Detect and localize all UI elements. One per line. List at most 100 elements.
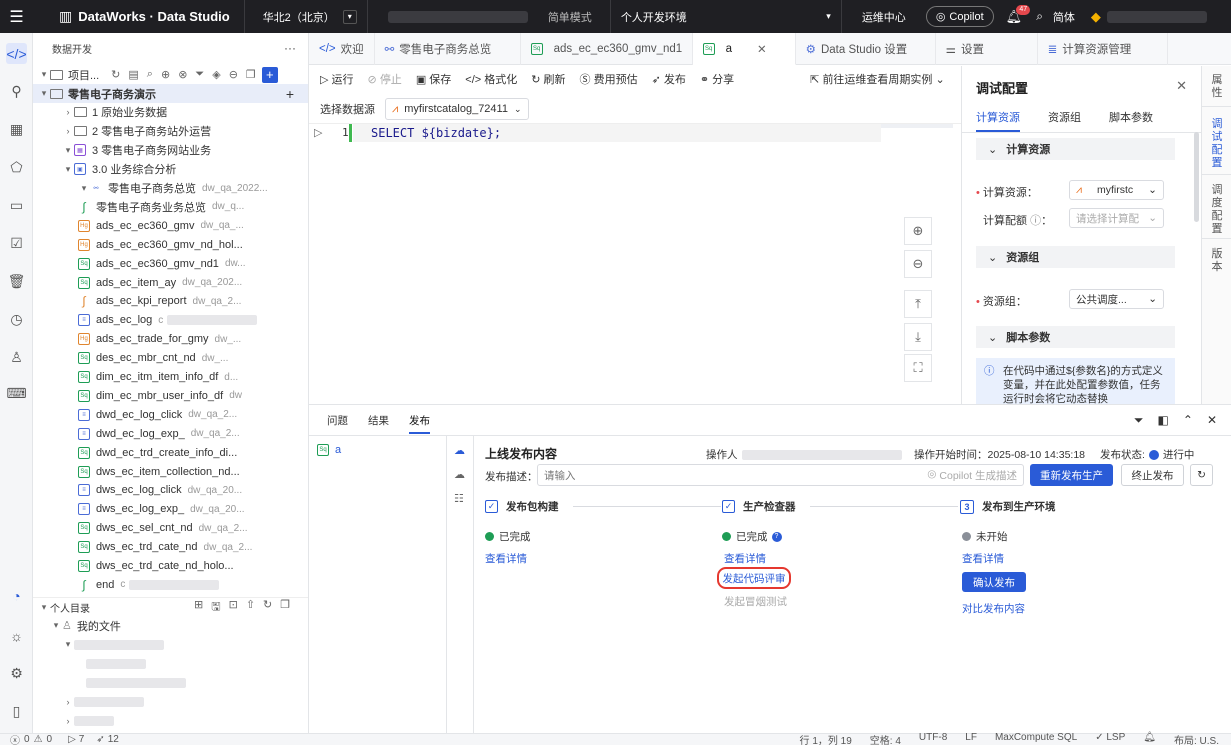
compute-select[interactable]: ⩘ myfirstc ⌄	[1069, 180, 1164, 200]
tab-resource-group[interactable]: 资源组	[1048, 109, 1081, 132]
runs-indicator[interactable]: ▷ 7	[68, 734, 84, 745]
vtab-debug-config[interactable]: 调试配置	[1209, 118, 1225, 170]
new-file-icon[interactable]: ⊡	[229, 598, 238, 616]
settings-gear-icon[interactable]: ⚙	[6, 663, 27, 684]
trash-icon[interactable]: 🗑︎	[6, 271, 27, 292]
split-layout-icon[interactable]: ◧	[1158, 413, 1169, 428]
run-line-icon[interactable]: ▷	[314, 126, 322, 139]
chevron-down-icon[interactable]: ▾	[78, 183, 90, 194]
goto-ops-button[interactable]: ⇱ 前往运维查看周期实例 ⌄	[810, 71, 945, 87]
chevron-down-icon[interactable]: ▾	[38, 88, 50, 99]
close-icon[interactable]: ✕	[757, 42, 767, 56]
task-check-icon[interactable]: ☑	[6, 233, 27, 254]
datasource-select[interactable]: ⩘ myfirstcatalog_72411 ⌄	[385, 98, 529, 120]
my-files-folder[interactable]: ▾ ♙ 我的文件	[33, 616, 308, 635]
cursor-position[interactable]: 行 1，列 19	[800, 732, 852, 745]
share-button[interactable]: ⚭ 分享	[700, 71, 734, 87]
tab-compute[interactable]: 计算资源	[976, 109, 1020, 132]
tree-item[interactable]: Sq dws_ec_trd_cate_nd dw_qa_2...	[33, 538, 308, 557]
env-selector[interactable]: 个人开发环境 ▾	[611, 0, 841, 33]
tab-retail-overview[interactable]: ⚯ 零售电子商务总览	[375, 33, 521, 65]
chevron-down-icon[interactable]: ▾	[62, 145, 74, 156]
add-button[interactable]: +	[261, 66, 278, 83]
save-icon[interactable]: 🖫︎	[211, 598, 220, 616]
tree-item[interactable]: Sq ads_ec_ec360_gmv_nd1 dw...	[33, 254, 308, 273]
run-button[interactable]: ▷ 运行	[320, 71, 354, 87]
section-script-params[interactable]: ⌄ 脚本参数	[976, 326, 1175, 348]
redacted-folder[interactable]: ›	[33, 711, 308, 730]
tab-studio-settings[interactable]: ⚙ Data Studio 设置	[796, 33, 936, 65]
brand-logo[interactable]: ▥ DataWorks · Data Studio	[33, 8, 244, 25]
tree-item[interactable]: Hg ads_ec_ec360_gmv_nd_hol...	[33, 235, 308, 254]
code-editor[interactable]: ▷ 1 SELECT ${bizdate}; ⊕ ⊖ ⤒ ⤓ ⛶	[309, 123, 961, 403]
tab-publish[interactable]: 发布	[409, 413, 430, 434]
close-icon[interactable]: ✕	[1176, 78, 1187, 94]
collapse-icon[interactable]: ❐	[280, 598, 290, 616]
cost-estimate-button[interactable]: Ⓢ 费用预估	[580, 71, 638, 87]
zoom-out-icon[interactable]: ⊖	[904, 250, 932, 278]
copilot-generate-button[interactable]: ◎ Copilot 生成描述	[927, 468, 1017, 483]
tab-a[interactable]: Sq a ✕	[692, 33, 796, 65]
filter-icon[interactable]: ⏷	[195, 68, 204, 81]
folder-icon[interactable]: ▭	[6, 195, 27, 216]
tree-item[interactable]: Sq dim_ec_itm_item_info_df d...	[33, 368, 308, 387]
republish-button[interactable]: 重新发布生产	[1030, 464, 1113, 486]
chevron-right-icon[interactable]: ›	[62, 126, 74, 136]
scroll-top-icon[interactable]: ⤒	[904, 290, 932, 318]
refresh-button[interactable]: ↻	[1190, 464, 1213, 486]
tree-item[interactable]: ≡ dws_ec_log_exp_ dw_qa_20...	[33, 500, 308, 519]
tree-item[interactable]: Sq dws_ec_trd_cate_nd_holo...	[33, 557, 308, 576]
tree-item[interactable]: ▾ 零售电子商务演示 +	[33, 84, 308, 103]
cloud-download-icon[interactable]: ☁	[454, 468, 465, 481]
zoom-in-icon[interactable]: ⊕	[904, 217, 932, 245]
smoke-test-link[interactable]: 发起冒烟测试	[724, 594, 787, 609]
search-icon[interactable]: ⌕	[147, 68, 153, 81]
redacted-folder[interactable]: ▾	[33, 635, 308, 654]
add-icon[interactable]: +	[286, 86, 294, 102]
redacted-item[interactable]	[33, 654, 308, 673]
tree-item[interactable]: Sq des_ec_mbr_cnt_nd dw_...	[33, 349, 308, 368]
tree-item[interactable]: ∫ end c	[33, 575, 308, 594]
help-icon[interactable]: ⓘ	[1030, 215, 1041, 227]
tree-item[interactable]: Hg ads_ec_trade_for_gmy dw_...	[33, 330, 308, 349]
code-review-link[interactable]: 发起代码评审	[717, 567, 791, 589]
tab-results[interactable]: 结果	[368, 413, 389, 434]
tab-settings[interactable]: ⚌ 设置	[936, 33, 1038, 65]
collapse-icon[interactable]: ⊖	[229, 68, 238, 81]
search-icon[interactable]: ⌕	[1036, 9, 1043, 24]
format-button[interactable]: </> 格式化	[465, 71, 517, 87]
section-resource-group[interactable]: ⌄ 资源组	[976, 246, 1175, 268]
chevron-right-icon[interactable]: ›	[62, 107, 74, 117]
tree-item[interactable]: ▾ ▣ 3.0 业务综合分析	[33, 160, 308, 179]
list-icon[interactable]: ☷	[454, 492, 464, 505]
cloud-upload-icon[interactable]: ☁	[454, 444, 465, 457]
close-icon[interactable]: ✕	[1207, 413, 1217, 428]
tree-item[interactable]: Sq dws_ec_sel_cnt_nd dw_qa_2...	[33, 519, 308, 538]
language-switch[interactable]: 简体	[1053, 9, 1075, 25]
target-icon[interactable]: ⊕	[161, 68, 170, 81]
notification-bell-icon[interactable]: 🔔︎ 47	[1006, 4, 1031, 25]
problems-indicator[interactable]: ⓧ 0 ⚠ 0	[10, 732, 52, 745]
tree-item[interactable]: Sq dwd_ec_trd_create_info_di...	[33, 443, 308, 462]
tab-script-params[interactable]: 脚本参数	[1109, 109, 1153, 132]
copilot-button[interactable]: ◎ Copilot	[925, 6, 994, 27]
refresh-icon[interactable]: ↻	[111, 68, 120, 81]
tab-ads-gmv[interactable]: Sq ads_ec_ec360_gmv_nd1	[521, 33, 693, 65]
tree-item[interactable]: Sq dim_ec_mbr_user_info_df dw	[33, 386, 308, 405]
tree-item[interactable]: ≡ dws_ec_log_click dw_qa_20...	[33, 481, 308, 500]
help-icon[interactable]: ?	[771, 531, 782, 542]
user-account-redacted[interactable]	[1106, 10, 1207, 23]
encoding[interactable]: UTF-8	[919, 732, 947, 745]
more-options-icon[interactable]: ···	[284, 41, 296, 55]
tree-item[interactable]: ∫ ads_ec_kpi_report dw_qa_2...	[33, 292, 308, 311]
refresh-button[interactable]: ↻ 刷新	[531, 71, 565, 87]
mode-selector[interactable]: 简单模式	[538, 0, 610, 33]
filter-icon[interactable]: ⏷	[1134, 413, 1144, 428]
section-compute[interactable]: ⌄ 计算资源	[976, 138, 1175, 160]
redacted-item[interactable]	[33, 673, 308, 692]
publish-item[interactable]: Sq a	[317, 444, 341, 456]
tree-item[interactable]: ≡ ads_ec_log c	[33, 311, 308, 330]
region-selector[interactable]: 华北2（北京） ▾	[245, 0, 367, 33]
tree-item[interactable]: › 2 零售电子商务站外运营	[33, 122, 308, 141]
new-folder-icon[interactable]: ⊞	[194, 598, 203, 616]
